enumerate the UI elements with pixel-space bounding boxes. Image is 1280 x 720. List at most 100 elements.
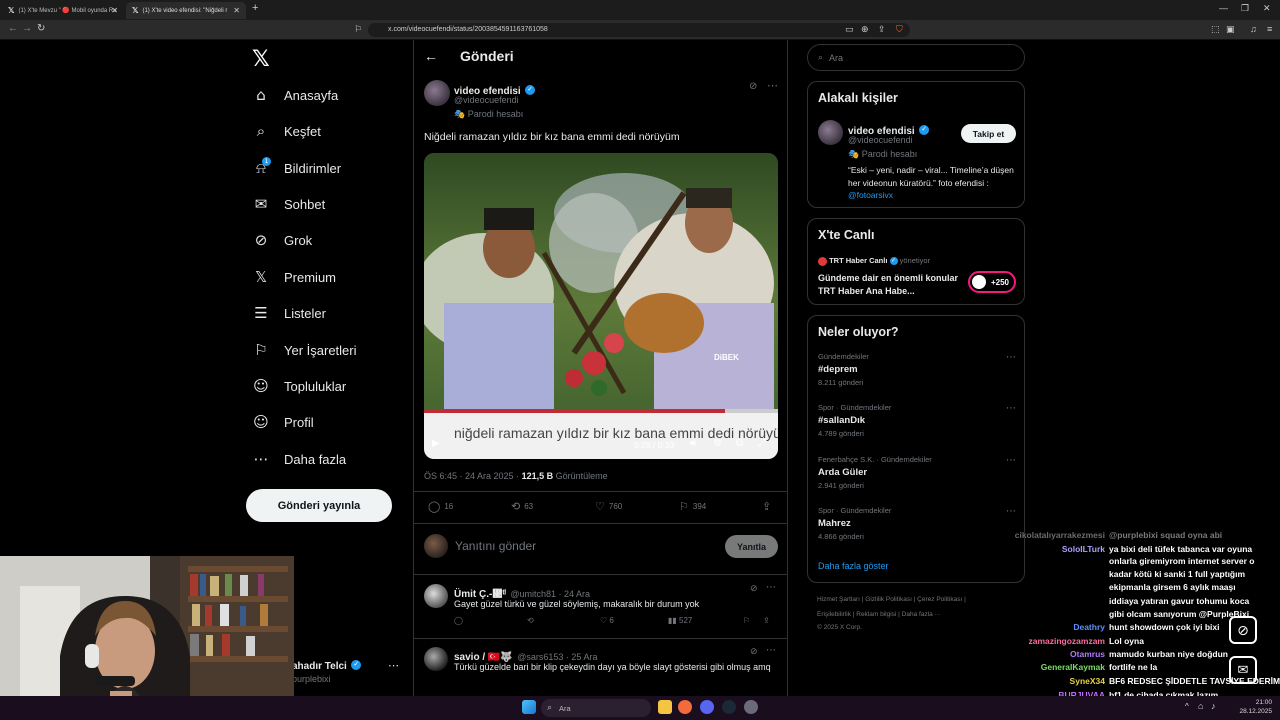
forward-icon[interactable]: → <box>22 23 32 34</box>
share-icon[interactable]: ⇪ <box>763 616 770 625</box>
live-host[interactable]: TRT Haber Canlı ✓ yönetiyor <box>818 256 930 266</box>
clock-date[interactable]: 28.12.2025 <box>1238 708 1272 715</box>
grok-icon[interactable]: ⊘ <box>750 646 758 657</box>
video-progress-track[interactable] <box>424 409 778 413</box>
more-options-icon[interactable]: ⋯ <box>767 79 778 92</box>
nav-item-bookmark[interactable]: ⚐ Yer İşaretleri <box>252 337 356 363</box>
nav-item-communities[interactable]: ☺ Topluluklar <box>252 373 346 399</box>
brave-browser-icon[interactable] <box>678 700 692 714</box>
x-logo-icon[interactable]: 𝕏 <box>252 47 270 72</box>
minimize-icon[interactable]: — <box>1219 3 1228 13</box>
reply-action[interactable]: ◯ 16 <box>428 500 453 513</box>
like-action[interactable]: ♡ 760 <box>595 500 622 513</box>
brave-shield-icon[interactable]: ⛉ <box>896 24 903 35</box>
account-switcher[interactable]: ahadır Telci ✓ purplebixi <box>292 656 362 684</box>
settings-icon[interactable]: ⚙ <box>713 438 722 449</box>
clock-time[interactable]: 21:00 <box>1238 699 1272 706</box>
nav-item-more-circle[interactable]: ⋯ Daha fazla <box>252 446 347 472</box>
zoom-icon[interactable]: ⊕ <box>861 24 869 35</box>
nav-item-bell[interactable]: ⍾ 1 Bildirimler <box>252 155 341 181</box>
back-arrow-icon[interactable]: ← <box>424 48 438 64</box>
close-tab-icon[interactable]: ✕ <box>111 6 118 15</box>
more-options-icon[interactable]: ⋯ <box>1006 403 1016 414</box>
obs-icon[interactable] <box>744 700 758 714</box>
trend-item[interactable]: Spor · Gündemdekiler #sallanDık 4.789 gönd… <box>818 403 1016 438</box>
screen-icon[interactable]: ▭ <box>845 24 854 35</box>
reply-avatar[interactable] <box>424 584 448 608</box>
taskbar-search[interactable]: ⌕ Ara <box>541 699 651 717</box>
author-avatar[interactable] <box>424 80 450 106</box>
windows-start-icon[interactable] <box>522 700 536 714</box>
close-window-icon[interactable]: ✕ <box>1263 3 1271 14</box>
follow-button[interactable]: Takip et <box>961 124 1016 143</box>
more-options-icon[interactable]: ⋯ <box>766 645 776 656</box>
account-more-icon[interactable]: ⋯ <box>388 659 399 672</box>
grok-floating-icon[interactable]: ⊘ <box>1229 616 1257 644</box>
browser-tab-active[interactable]: 𝕏 (1) X'te video efendisi: "Niğdeli r ✕ <box>126 2 246 19</box>
live-listeners[interactable]: +250 <box>968 271 1016 293</box>
back-icon[interactable]: ← <box>8 23 18 34</box>
messages-floating-icon[interactable]: ✉ <box>1229 656 1257 684</box>
discord-icon[interactable] <box>700 700 714 714</box>
pip-icon[interactable]: ⧉ <box>736 438 743 449</box>
related-bio-link[interactable]: @fotoarsivx <box>848 190 893 200</box>
volume-icon[interactable]: ♪ <box>1211 701 1216 711</box>
nav-item-grok[interactable]: ⊘ Grok <box>252 227 312 253</box>
views-action[interactable]: ▮▮ 527 <box>668 616 692 625</box>
close-tab-icon[interactable]: ✕ <box>233 6 240 15</box>
repost-action[interactable]: ⟲ 63 <box>511 500 533 513</box>
nav-item-search[interactable]: ⌕ Keşfet <box>252 118 321 144</box>
reply-button[interactable]: Yanıtla <box>725 535 778 558</box>
bookmark-action[interactable]: ⚐ 394 <box>679 500 706 513</box>
more-options-icon[interactable]: ⋯ <box>1006 455 1016 466</box>
post-button[interactable]: Gönderi yayınla <box>246 489 392 522</box>
play-icon[interactable]: ▶ <box>432 438 440 449</box>
video-player[interactable]: DiBEK niğdeli ramazan yıldız bir kız ban… <box>424 153 778 459</box>
nav-item-x-premium[interactable]: 𝕏 Premium <box>252 264 336 290</box>
network-icon[interactable]: ⌂ <box>1198 701 1203 711</box>
trend-item[interactable]: Gündemdekiler #deprem 8.211 gönderi ⋯ <box>818 352 1016 387</box>
nav-item-profile[interactable]: ☺ Profil <box>252 409 313 435</box>
trend-item[interactable]: Fenerbahçe S.K. · Gündemdekiler Arda Güle… <box>818 455 1016 490</box>
grok-icon[interactable]: ⊘ <box>750 583 758 594</box>
live-text[interactable]: Gündeme dair en önemli konular TRT Haber… <box>818 272 963 297</box>
reply-avatar[interactable] <box>424 647 448 671</box>
grok-icon[interactable]: ⊘ <box>749 81 757 92</box>
reply-item[interactable]: savio / 🇹🇷🐺 @sars6153 · 25 Ara ⊘ ⋯ Türkü… <box>424 645 778 695</box>
more-options-icon[interactable]: ⋯ <box>766 582 776 593</box>
menu-icon[interactable]: ≡ <box>1267 24 1272 34</box>
browser-tab[interactable]: 𝕏 (1) X'te Mevzu " 🔴 Mobil oyunda Ru ✕ <box>2 2 124 19</box>
footer-links[interactable]: Hizmet Şartları | Gizlilik Politikası | … <box>817 596 966 603</box>
more-options-icon[interactable]: ⋯ <box>1006 506 1016 517</box>
url-field[interactable]: x.com/videocuefendi/status/2003854591163… <box>368 23 910 37</box>
volume-icon[interactable]: 🔊︎ <box>690 438 696 449</box>
fullscreen-icon[interactable]: ⤢ <box>758 438 766 449</box>
new-tab-button[interactable]: + <box>252 2 258 14</box>
tray-arrow-icon[interactable]: ^ <box>1185 702 1189 711</box>
nav-item-list[interactable]: ☰ Listeler <box>252 300 326 326</box>
like-action[interactable]: ♡ 6 <box>600 616 614 625</box>
restore-icon[interactable]: ❐ <box>1241 3 1249 14</box>
reply-item[interactable]: Ümit Ç.-Ᲊᵗˡ @umitch81 · 24 Ara ⊘ ⋯ Gayet… <box>424 582 778 632</box>
search-input[interactable]: ⌕ Ara <box>807 44 1025 71</box>
steam-icon[interactable] <box>722 700 736 714</box>
wallet-icon[interactable]: ▣ <box>1226 24 1235 35</box>
footer-links[interactable]: Erişilebilirlik | Reklam bilgisi | Daha … <box>817 611 941 618</box>
reply-input[interactable]: Yanıtını gönder <box>455 539 536 553</box>
related-avatar[interactable] <box>818 120 843 145</box>
reply-icon[interactable]: ◯ <box>454 616 463 625</box>
trend-item[interactable]: Spor · Gündemdekiler Mahrez 4.866 gönderi ⋯ <box>818 506 1016 541</box>
repost-icon[interactable]: ⟲ <box>527 616 534 625</box>
bookmark-icon[interactable]: ⚐ <box>743 616 750 625</box>
media-icon[interactable]: ♫ <box>1250 24 1257 34</box>
show-more-link[interactable]: Daha fazla göster <box>818 561 889 571</box>
nav-item-mail[interactable]: ✉ Sohbet <box>252 191 326 217</box>
bookmark-page-icon[interactable]: ⚐ <box>354 24 362 35</box>
more-options-icon[interactable]: ⋯ <box>1006 352 1016 363</box>
share-action[interactable]: ⇪ <box>762 500 771 513</box>
reload-icon[interactable]: ↻ <box>37 23 45 34</box>
share-icon[interactable]: ⇪ <box>878 24 886 35</box>
extensions-icon[interactable]: ⬚ <box>1211 24 1220 35</box>
nav-item-home[interactable]: ⌂ Anasayfa <box>252 82 338 108</box>
file-explorer-icon[interactable] <box>658 700 672 714</box>
